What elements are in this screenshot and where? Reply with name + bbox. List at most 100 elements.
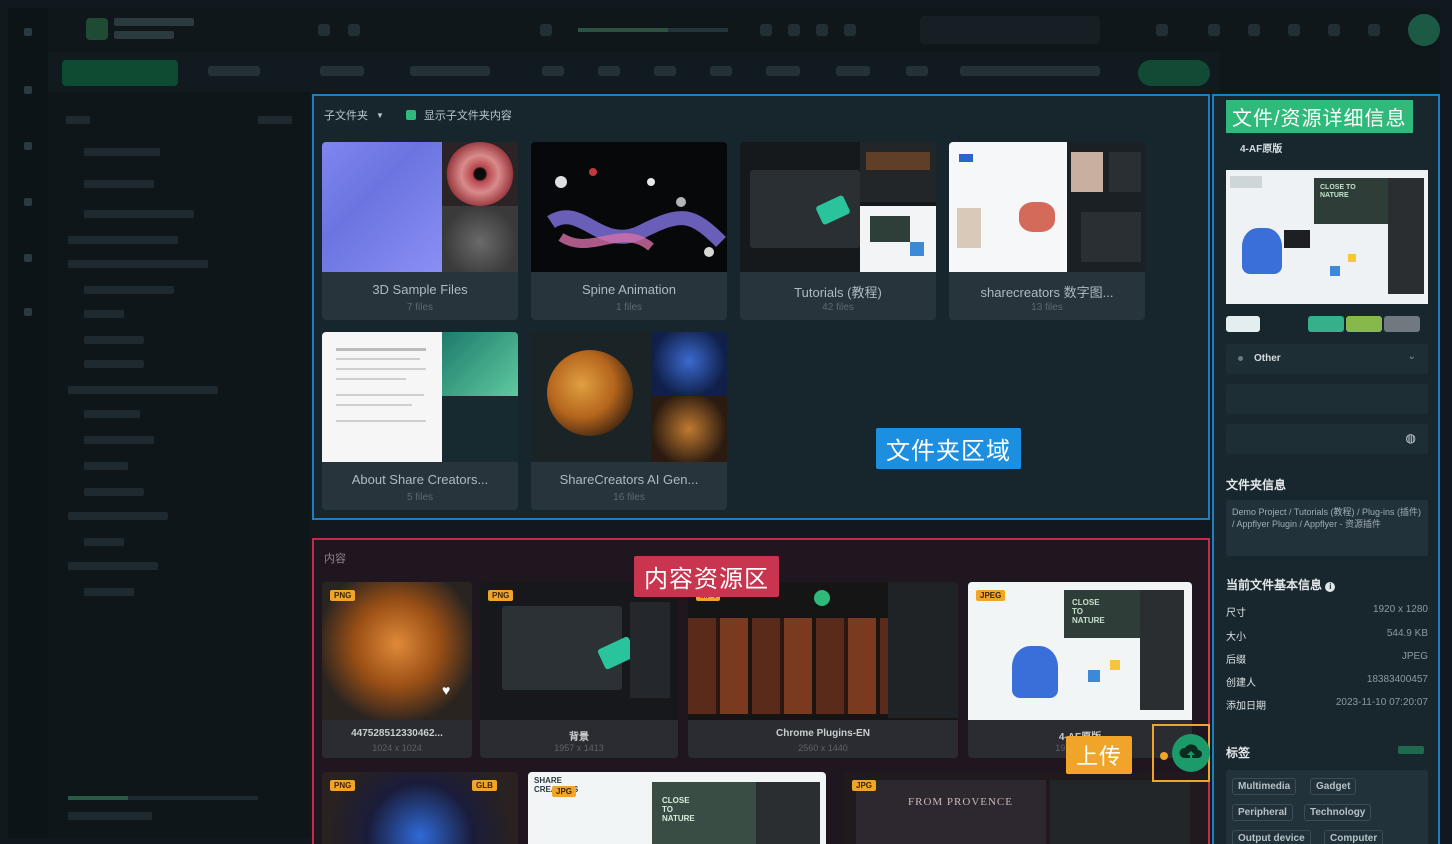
avatar[interactable] — [1408, 14, 1440, 46]
sidebar-item[interactable] — [84, 436, 154, 444]
sidebar-item[interactable] — [68, 260, 208, 268]
rail-icon[interactable] — [24, 86, 32, 94]
name-field[interactable] — [1226, 384, 1428, 414]
sidebar-item[interactable] — [84, 210, 194, 218]
secondary-action-button[interactable] — [1138, 60, 1210, 86]
tag[interactable]: Computer — [1324, 830, 1384, 844]
asset-card[interactable]: SHARECREATORS CLOSE TO NATURE JPG — [528, 772, 826, 844]
grid-icon[interactable] — [760, 24, 772, 36]
globe-icon[interactable]: ◍ — [1406, 431, 1416, 445]
rail-icon[interactable] — [24, 308, 32, 316]
folder-card[interactable]: About Share Creators... 5 files — [322, 332, 518, 510]
tab[interactable] — [906, 66, 928, 76]
edit-tags-link[interactable] — [1398, 746, 1424, 754]
details-filename: 4-AF原版 — [1240, 144, 1283, 155]
notification-icon[interactable] — [1156, 24, 1168, 36]
file-type-badge: JPEG — [976, 590, 1006, 601]
tab[interactable] — [410, 66, 490, 76]
link-field[interactable]: ◍ — [1226, 424, 1428, 454]
tab[interactable] — [836, 66, 870, 76]
color-swatch[interactable] — [1308, 316, 1344, 332]
asset-card[interactable]: FROM PROVENCE JPG — [844, 772, 1208, 844]
color-swatch[interactable] — [1226, 316, 1260, 332]
sidebar-item[interactable] — [84, 336, 144, 344]
sidebar-item[interactable] — [84, 310, 124, 318]
upload-button[interactable] — [1172, 734, 1210, 772]
rail-icon[interactable] — [24, 142, 32, 150]
file-type-badge: PNG — [330, 780, 356, 791]
category-select[interactable]: Other ⌄ — [1226, 344, 1428, 374]
sort-icon[interactable] — [844, 24, 856, 36]
view-icon[interactable] — [540, 24, 552, 36]
folder-name: Tutorials (教程) — [794, 285, 882, 300]
tag[interactable]: Multimedia — [1232, 778, 1297, 795]
asset-thumbnail: SHARECREATORS CLOSE TO NATURE — [528, 772, 826, 844]
subfolder-dropdown[interactable]: 子文件夹 — [324, 107, 368, 123]
sidebar-item[interactable] — [68, 386, 218, 394]
sidebar-item[interactable] — [84, 588, 134, 596]
sidebar-item[interactable] — [68, 562, 158, 570]
asset-card[interactable]: PNG GLB — [322, 772, 518, 844]
zoom-slider-fill — [578, 28, 668, 32]
tab[interactable] — [654, 66, 676, 76]
tab[interactable] — [320, 66, 364, 76]
tab[interactable] — [710, 66, 732, 76]
tab[interactable] — [766, 66, 800, 76]
sidebar-item[interactable] — [68, 512, 168, 520]
folder-card[interactable]: Spine Animation 1 files — [531, 142, 727, 320]
rail-icon[interactable] — [24, 28, 32, 36]
color-swatch[interactable] — [1346, 316, 1382, 332]
color-swatch[interactable] — [1384, 316, 1420, 332]
folder-card[interactable]: sharecreators 数字图... 13 files — [949, 142, 1145, 320]
folder-card[interactable]: ShareCreators AI Gen... 16 files — [531, 332, 727, 510]
tab[interactable] — [598, 66, 620, 76]
tag[interactable]: Peripheral — [1232, 804, 1293, 821]
toolbar-icon[interactable] — [1368, 24, 1380, 36]
sidebar-item[interactable] — [84, 538, 124, 546]
tag[interactable]: Technology — [1304, 804, 1372, 821]
sidebar-item[interactable] — [84, 180, 154, 188]
folder-path[interactable]: Demo Project / Tutorials (教程) / Plug-ins… — [1226, 500, 1428, 556]
sidebar-item[interactable] — [84, 410, 140, 418]
show-subfolder-checkbox[interactable] — [405, 110, 416, 120]
nav-back-icon[interactable] — [318, 24, 330, 36]
toolbar-icon[interactable] — [1208, 24, 1220, 36]
thumbnail-caption: CLOSE TO NATURE — [1320, 184, 1356, 199]
tag[interactable]: Gadget — [1310, 778, 1357, 795]
rail-icon[interactable] — [24, 198, 32, 206]
folder-info-title: 文件夹信息 — [1226, 478, 1287, 492]
info-row-date: 添加日期 2023-11-10 07:20:07 — [1226, 697, 1428, 712]
sidebar-item[interactable] — [84, 286, 174, 294]
sidebar-item[interactable] — [84, 488, 144, 496]
heart-icon[interactable]: ♥ — [442, 682, 460, 698]
tab[interactable] — [542, 66, 564, 76]
thumbnail-caption: CLOSE TO NATURE — [1072, 598, 1105, 625]
folder-card[interactable]: 3D Sample Files 7 files — [322, 142, 518, 320]
tab[interactable] — [208, 66, 260, 76]
sidebar-item[interactable] — [84, 360, 144, 368]
nav-forward-icon[interactable] — [348, 24, 360, 36]
filter-icon[interactable] — [816, 24, 828, 36]
folder-card[interactable]: Tutorials (教程) 42 files — [740, 142, 936, 320]
sidebar-item[interactable] — [84, 148, 160, 156]
sidebar-action[interactable] — [258, 116, 292, 124]
toolbar-icon[interactable] — [1328, 24, 1340, 36]
primary-action-button[interactable] — [62, 60, 178, 86]
rail-icon[interactable] — [24, 254, 32, 262]
asset-card[interactable]: MP4 Chrome Plugins-EN 2560 x 1440 — [688, 582, 958, 758]
storage-label — [68, 812, 152, 820]
sidebar-item[interactable] — [68, 236, 178, 244]
folder-name: sharecreators 数字图... — [980, 285, 1114, 300]
sidebar-item[interactable] — [84, 462, 128, 470]
asset-card[interactable]: PNG 背景 1957 x 1413 — [480, 582, 678, 758]
tag[interactable]: Output device — [1232, 830, 1311, 844]
list-icon[interactable] — [788, 24, 800, 36]
details-preview: CLOSE TO NATURE — [1226, 170, 1428, 304]
toolbar-icon[interactable] — [1248, 24, 1260, 36]
tab[interactable] — [960, 66, 1100, 76]
search-input[interactable] — [920, 16, 1100, 44]
asset-card[interactable]: ♥ PNG 447528512330462... 1024 x 1024 — [322, 582, 472, 758]
file-type-badge: PNG — [488, 590, 514, 601]
toolbar-icon[interactable] — [1288, 24, 1300, 36]
info-icon[interactable]: i — [1325, 582, 1336, 592]
